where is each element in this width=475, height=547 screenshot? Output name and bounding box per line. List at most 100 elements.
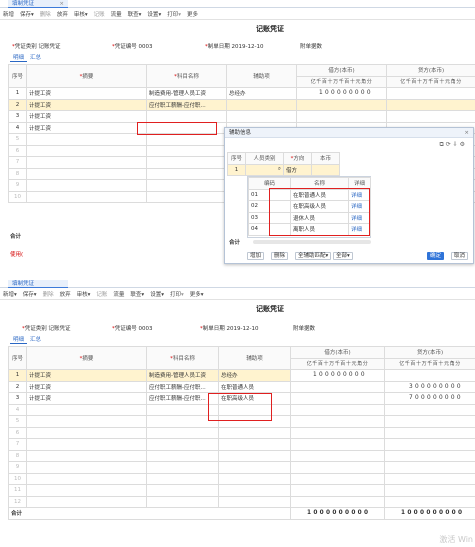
row-credit[interactable] (384, 461, 475, 474)
row-summary[interactable] (26, 426, 147, 439)
row-credit[interactable] (386, 87, 475, 100)
all-button[interactable]: 全部▾ (333, 252, 353, 260)
row-aux[interactable] (226, 110, 297, 123)
row-debit[interactable]: 100000000 (296, 87, 387, 100)
ok-button[interactable]: 确定 (427, 252, 445, 260)
save-button[interactable]: 保存▾ (20, 290, 40, 300)
horizontal-scrollbar[interactable] (253, 240, 371, 244)
row-aux[interactable] (218, 461, 291, 474)
settings-button[interactable]: 设置▾ (144, 10, 164, 20)
table-row[interactable]: 3 计提工资 (8, 110, 475, 123)
row-account[interactable] (146, 167, 227, 180)
table-row[interactable]: 10 (8, 472, 475, 485)
row-account[interactable] (146, 179, 227, 192)
post-button[interactable]: 记账 (93, 290, 110, 300)
row-credit[interactable] (384, 472, 475, 485)
aux-row[interactable]: 1 ⌕ 借方 (227, 163, 340, 176)
aux-row-dir[interactable]: 借方 (283, 163, 312, 176)
add-button[interactable]: 新增 (0, 10, 17, 20)
row-summary[interactable] (26, 144, 147, 157)
row-credit[interactable] (386, 98, 475, 111)
row-debit[interactable] (290, 495, 385, 508)
tab-voucher-entry[interactable]: 填制凭证 (8, 280, 68, 288)
copy-icon[interactable]: ⧉ (439, 141, 443, 148)
table-row[interactable]: 1 计提工资 制造费用-管理人员工资 总经办 100000000 (8, 87, 475, 100)
row-debit[interactable] (290, 438, 385, 451)
close-icon[interactable]: × (59, 0, 64, 8)
table-row[interactable]: 8 (8, 449, 475, 462)
discard-button[interactable]: 放弃 (54, 10, 71, 20)
table-row[interactable]: 2 计提工资 应付职工薪酬-应付职... 在职普通人员 300000000 (8, 380, 475, 393)
row-debit[interactable] (290, 449, 385, 462)
row-account[interactable]: 应付职工薪酬-应付职... (146, 98, 227, 111)
row-aux[interactable]: 总经办 (226, 87, 297, 100)
refresh-icon[interactable]: ⟳ (446, 141, 451, 148)
delete-button[interactable]: 删除 (37, 10, 54, 20)
row-account[interactable]: 应付职工薪酬-应付职... (146, 380, 219, 393)
row-summary[interactable] (26, 156, 147, 169)
flow-button[interactable]: 流量 (110, 290, 127, 300)
voucher-type-field[interactable]: *凭证类别 记账凭证 (22, 324, 71, 332)
row-aux[interactable]: 在职普通人员 (218, 380, 291, 393)
row-account[interactable] (146, 461, 219, 474)
table-row[interactable]: 7 (8, 438, 475, 451)
date-field[interactable]: *制单日期 2019-12-10 (200, 324, 258, 332)
cancel-button[interactable]: 取消 (451, 252, 469, 260)
close-icon[interactable]: × (464, 128, 469, 138)
row-credit[interactable] (384, 369, 475, 382)
voucher-no-field[interactable]: *凭证编号 0003 (112, 42, 153, 50)
row-account[interactable]: 制造费用-管理人员工资 (146, 87, 227, 100)
row-summary[interactable] (26, 484, 147, 497)
settings-button[interactable]: 设置▾ (147, 290, 167, 300)
row-summary[interactable] (26, 415, 147, 428)
row-account[interactable] (146, 472, 219, 485)
match-all-button[interactable]: 全辅助匹配▾ (295, 252, 332, 260)
row-aux[interactable] (226, 98, 297, 111)
row-debit[interactable] (290, 415, 385, 428)
row-debit[interactable] (290, 392, 385, 405)
row-debit[interactable] (290, 472, 385, 485)
more-button[interactable]: 更多 (184, 10, 201, 20)
row-credit[interactable]: 300000000 (384, 380, 475, 393)
add-row-button[interactable]: 增加 (247, 252, 265, 260)
voucher-type-field[interactable]: *凭证类别 记账凭证 (12, 42, 61, 50)
row-credit[interactable] (384, 403, 475, 416)
row-summary[interactable] (26, 133, 147, 146)
row-debit[interactable] (296, 98, 387, 111)
query-button[interactable]: 联查▾ (125, 10, 145, 20)
row-credit[interactable] (384, 438, 475, 451)
aux-row-amt[interactable] (311, 163, 340, 176)
table-row[interactable]: 11 (8, 484, 475, 497)
search-icon[interactable]: ⌕ (278, 166, 281, 173)
print-button[interactable]: 打印▾ (164, 10, 184, 20)
row-account[interactable] (146, 144, 227, 157)
row-aux[interactable] (218, 472, 291, 485)
row-debit[interactable]: 100000000 (290, 369, 385, 382)
row-summary[interactable]: 计提工资 (26, 110, 147, 123)
settings-icon[interactable]: ⚙ (460, 141, 465, 148)
row-account[interactable] (146, 495, 219, 508)
row-account[interactable] (146, 190, 227, 203)
row-credit[interactable] (384, 426, 475, 439)
person-type-input[interactable]: ⌕ (245, 163, 284, 176)
row-summary[interactable] (26, 438, 147, 451)
row-debit[interactable] (290, 484, 385, 497)
row-summary[interactable]: 计提工资 (26, 369, 147, 382)
row-account[interactable] (146, 449, 219, 462)
row-account[interactable]: 制造费用-管理人员工资 (146, 369, 219, 382)
row-summary[interactable]: 计提工资 (26, 87, 147, 100)
row-summary[interactable] (26, 449, 147, 462)
row-aux[interactable] (218, 449, 291, 462)
row-summary[interactable] (26, 190, 147, 203)
row-aux[interactable] (218, 484, 291, 497)
tab-summary[interactable]: 汇总 (27, 53, 44, 61)
post-button[interactable]: 记账 (91, 10, 108, 20)
table-row[interactable]: 12 (8, 495, 475, 508)
tab-summary[interactable]: 汇总 (27, 335, 44, 343)
tab-detail[interactable]: 明细 (10, 335, 28, 344)
row-credit[interactable] (384, 495, 475, 508)
row-account[interactable] (146, 484, 219, 497)
row-account[interactable] (146, 438, 219, 451)
table-row[interactable]: 1 计提工资 制造费用-管理人员工资 总经办 100000000 (8, 369, 475, 382)
add-button[interactable]: 新增▾ (0, 290, 20, 300)
